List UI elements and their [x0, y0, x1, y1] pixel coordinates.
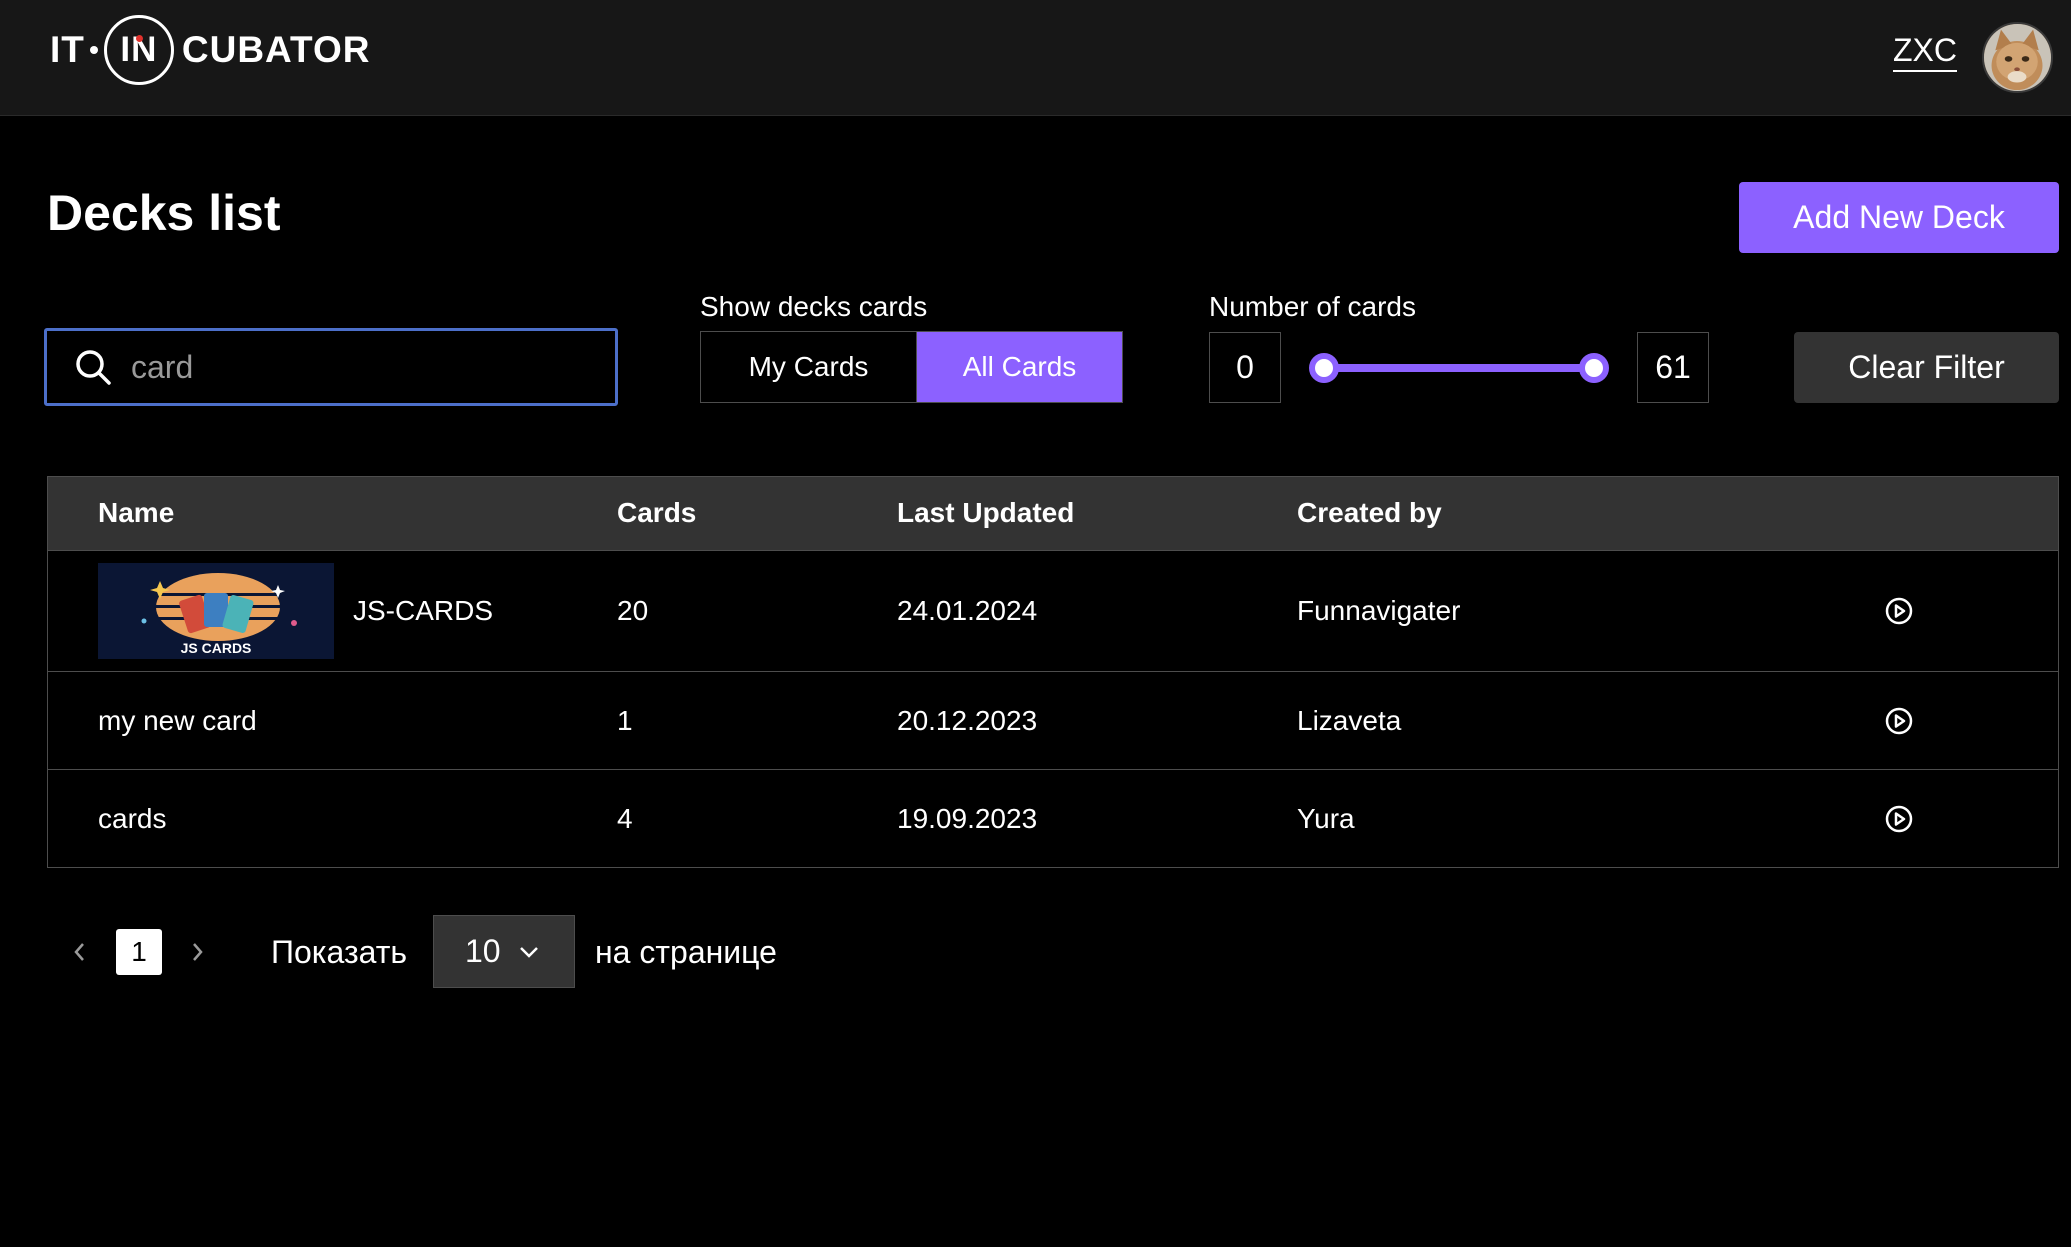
deck-cards-count: 4	[617, 803, 633, 834]
logo-red-dot	[135, 35, 143, 42]
cards-range-track[interactable]	[1324, 364, 1594, 372]
table-row[interactable]: my new card 1 20.12.2023 Lizaveta	[48, 671, 2058, 769]
tab-my-cards[interactable]: My Cards	[701, 332, 917, 402]
deck-name[interactable]: cards	[98, 803, 166, 835]
column-header-name[interactable]: Name	[98, 497, 174, 529]
per-page-label: на странице	[595, 934, 777, 970]
add-new-deck-button[interactable]: Add New Deck	[1739, 182, 2059, 253]
tab-all-cards[interactable]: All Cards	[917, 332, 1122, 402]
page-number-current[interactable]: 1	[116, 929, 162, 975]
deck-created-by: Funnavigater	[1297, 595, 1461, 626]
decks-table: Name Cards Last Updated Created by JS CA…	[47, 476, 2059, 868]
deck-cards-count: 20	[617, 595, 649, 626]
play-circle-icon[interactable]	[1884, 596, 1914, 626]
page-size-select[interactable]: 10	[433, 915, 575, 988]
show-label: Показать	[271, 934, 408, 970]
min-cards-value: 0	[1209, 332, 1281, 403]
page-size-value: 10	[465, 933, 501, 969]
logo-text-cubator: CUBATOR	[181, 29, 371, 70]
search-field[interactable]	[44, 328, 618, 406]
search-icon	[76, 350, 111, 385]
play-circle-icon[interactable]	[1884, 804, 1914, 834]
user-name-link[interactable]: ZXC	[1893, 34, 1957, 72]
deck-name[interactable]: JS-CARDS	[353, 595, 493, 627]
page-title: Decks list	[47, 185, 281, 241]
decks-toggle-group: My Cards All Cards	[700, 331, 1123, 403]
max-slider-handle[interactable]	[1579, 353, 1609, 383]
table-row[interactable]: cards 4 19.09.2023 Yura	[48, 769, 2058, 867]
deck-last-updated: 19.09.2023	[897, 803, 1038, 834]
table-row[interactable]: JS CARDS JS-CARDS 20 24.01.2024 Funnavig…	[48, 550, 2058, 671]
min-slider-handle[interactable]	[1309, 353, 1339, 383]
column-header-created-by[interactable]: Created by	[1297, 497, 1442, 529]
deck-last-updated: 20.12.2023	[897, 705, 1038, 736]
deck-created-by: Lizaveta	[1297, 705, 1402, 736]
search-input[interactable]	[131, 348, 571, 386]
cat-avatar-image	[1984, 24, 2051, 91]
column-header-cards[interactable]: Cards	[617, 497, 696, 529]
show-decks-label: Show decks cards	[700, 291, 928, 322]
table-header: Name Cards Last Updated Created by	[48, 477, 2058, 550]
logo-circle: IN	[103, 15, 174, 85]
deck-name[interactable]: my new card	[98, 705, 257, 737]
chevron-down-icon	[520, 947, 538, 958]
clear-filter-button[interactable]: Clear Filter	[1794, 332, 2059, 403]
logo[interactable]: IT IN CUBATOR	[50, 13, 370, 87]
max-cards-value: 61	[1637, 332, 1709, 403]
deck-last-updated: 24.01.2024	[897, 595, 1038, 626]
play-circle-icon[interactable]	[1884, 706, 1914, 736]
logo-text-it: IT	[50, 29, 85, 70]
column-header-last-updated[interactable]: Last Updated	[897, 497, 1074, 529]
avatar[interactable]	[1982, 22, 2053, 93]
number-of-cards-label: Number of cards	[1209, 291, 1416, 322]
app-header: IT IN CUBATOR ZXC	[0, 0, 2071, 116]
deck-cards-count: 1	[617, 705, 633, 736]
logo-dot	[89, 46, 98, 54]
cover-label: JS CARDS	[181, 640, 252, 656]
deck-created-by: Yura	[1297, 803, 1355, 834]
deck-cover-image: JS CARDS	[98, 563, 334, 659]
chevron-left-icon[interactable]	[72, 941, 88, 963]
chevron-right-icon[interactable]	[189, 941, 205, 963]
